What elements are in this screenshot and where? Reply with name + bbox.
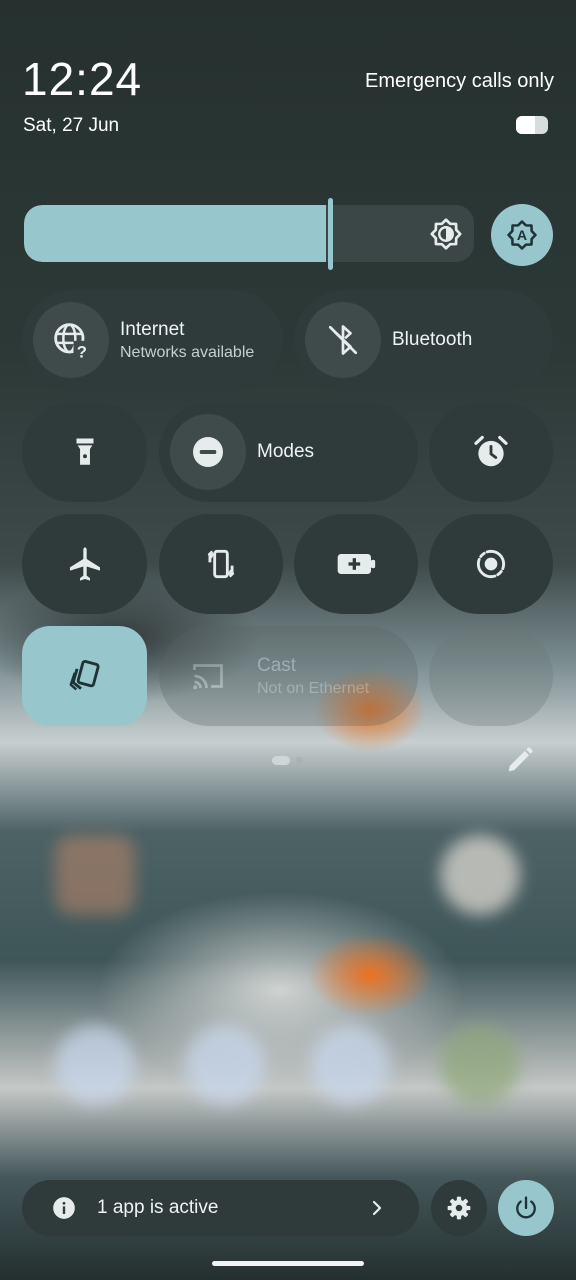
cards-icon [66,657,104,695]
bluetooth-label: Bluetooth [392,329,473,350]
tile-airplane-mode[interactable] [22,514,147,614]
globe-question-icon: ? [33,302,109,378]
tile-bluetooth[interactable]: Bluetooth [294,290,553,390]
clock[interactable]: 12:24 [22,52,142,106]
tile-auto-rotate[interactable] [159,514,283,614]
airplane-icon [65,544,105,584]
auto-rotate-icon [202,545,240,583]
tile-alarm[interactable] [429,402,553,502]
brightness-slider[interactable] [24,205,474,262]
tile-internet[interactable]: ? Internet Networks available [22,290,283,390]
bluetooth-off-icon [305,302,381,378]
background-app-contacts [185,1025,265,1105]
battery-saver-icon [333,544,379,584]
power-icon [512,1194,540,1222]
svg-text:?: ? [77,343,87,361]
tile-modes[interactable]: Modes [159,402,418,502]
pencil-icon [505,745,535,775]
settings-button[interactable] [431,1180,487,1236]
chevron-right-icon [369,1199,385,1217]
tile-cast[interactable]: Cast Not on Ethernet [159,626,418,726]
active-apps-button[interactable]: 1 app is active [22,1180,419,1236]
brightness-slider-fill [24,205,326,262]
battery-icon [516,116,548,134]
tile-flashlight[interactable] [22,402,147,502]
background-app-messages [310,1025,390,1105]
cast-icon [170,638,246,714]
network-status: Emergency calls only [365,70,554,92]
do-not-disturb-icon [170,414,246,490]
edit-tiles-button[interactable] [505,745,535,775]
info-icon [51,1195,77,1221]
tile-screen-record[interactable] [429,514,553,614]
date[interactable]: Sat, 27 Jun [23,115,119,137]
background-app-photos [440,835,520,915]
power-button[interactable] [498,1180,554,1236]
modes-label: Modes [257,441,315,462]
internet-sublabel: Networks available [120,343,255,361]
auto-brightness-icon: A [505,218,539,252]
brightness-slider-handle[interactable] [328,198,333,270]
flashlight-icon [68,435,102,469]
background-app-chrome [440,1025,520,1105]
gesture-nav-handle[interactable] [212,1261,364,1266]
page-dot-active [272,756,290,765]
internet-label: Internet [120,318,185,340]
gear-icon [446,1195,472,1221]
background-app-folder [55,835,135,915]
auto-brightness-button[interactable]: A [491,204,553,266]
page-indicator [272,756,304,766]
alarm-icon [472,433,510,471]
tile-battery-saver[interactable] [294,514,418,614]
svg-text:A: A [517,228,527,244]
tile-device-controls[interactable] [22,626,147,726]
tile-unavailable[interactable] [429,626,553,726]
screen-record-icon [472,545,510,583]
cast-label: Cast [257,654,297,676]
active-apps-label: 1 app is active [97,1197,219,1218]
background-app-phone [55,1025,135,1105]
cast-sublabel: Not on Ethernet [257,679,370,697]
page-dot [296,757,303,764]
brightness-icon [428,216,464,252]
